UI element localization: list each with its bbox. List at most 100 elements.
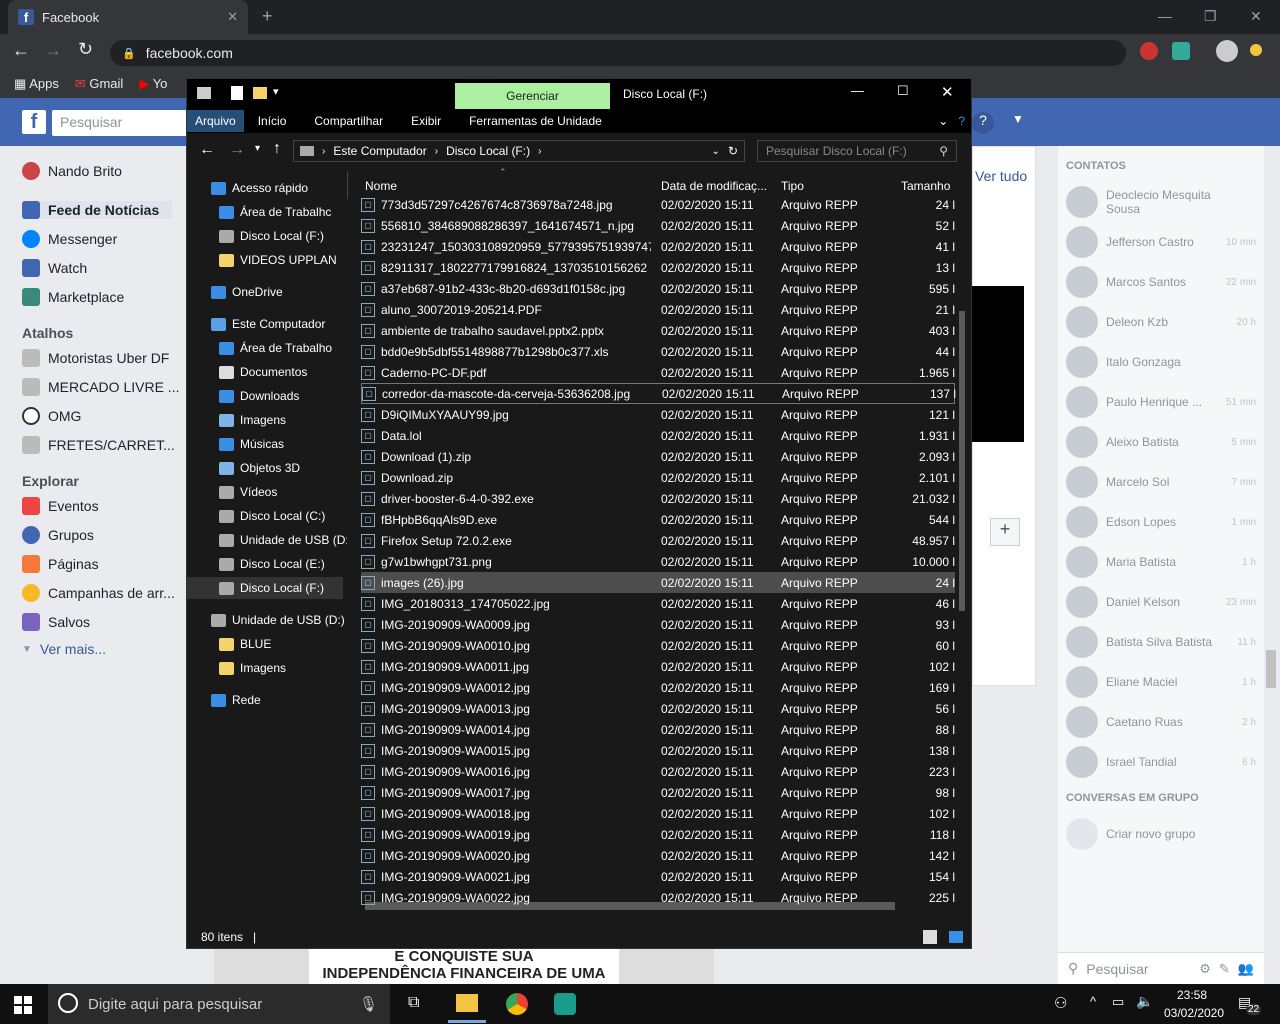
bookmark-gmail[interactable]: ✉ Gmail [75, 76, 123, 92]
update-indicator-icon[interactable] [1250, 44, 1262, 56]
breadcrumb-item[interactable]: Este Computador [333, 144, 426, 158]
file-row[interactable]: ▢ IMG-20190909-WA0014.jpg 02/02/2020 15:11… [361, 719, 955, 740]
shortcut-item[interactable]: MERCADO LIVRE ... [22, 378, 179, 396]
large-icons-view-icon[interactable] [949, 931, 963, 943]
minimize-icon[interactable]: — [851, 83, 864, 98]
chevron-up-icon[interactable]: ^ [1090, 994, 1096, 1009]
nav-item[interactable]: Unidade de USB (D:) [211, 609, 367, 631]
contact-item[interactable]: Italo Gonzaga [1066, 344, 1256, 380]
people-icon[interactable]: ⚇ [1054, 994, 1067, 1012]
microphone-icon[interactable]: 🎙 [359, 995, 378, 1013]
file-row[interactable]: ▢ driver-booster-6-4-0-392.exe 02/02/2020 … [361, 488, 955, 509]
file-row[interactable]: ▢ IMG-20190909-WA0022.jpg 02/02/2020 15:11… [361, 887, 955, 908]
contact-item[interactable]: Marcelo Sol 7 min [1066, 464, 1256, 500]
contact-item[interactable]: Daniel Kelson 23 min [1066, 584, 1256, 620]
taskbar-search-box[interactable]: Digite aqui para pesquisar 🎙 [48, 984, 390, 1024]
file-row[interactable]: ▢ ambiente de trabalho saudavel.pptx2.ppt… [361, 320, 955, 341]
vertical-scrollbar[interactable] [957, 211, 967, 911]
ribbon-tab-file[interactable]: Arquivo [187, 110, 244, 132]
contact-item[interactable]: Batista Silva Batista 11 h [1066, 624, 1256, 660]
file-row[interactable]: ▢ images (26).jpg 02/02/2020 15:11 Arquivo … [361, 572, 955, 593]
network-icon[interactable]: ▭ [1112, 994, 1124, 1010]
file-row[interactable]: ▢ g7w1bwhgpt731.png 02/02/2020 15:11 Arquiv… [361, 551, 955, 572]
back-icon[interactable]: ← [12, 40, 30, 61]
contact-item[interactable]: Deoclecio Mesquita Sousa [1066, 184, 1256, 220]
bookmark-apps[interactable]: ▦ Apps [14, 76, 59, 92]
ad-banner[interactable]: E CONQUISTE SUA INDEPENDÊNCIA FINANCEIRA… [214, 948, 714, 984]
file-row[interactable]: ▢ Caderno-PC-DF.pdf 02/02/2020 15:11 Arquiv… [361, 362, 955, 383]
explore-item[interactable]: Eventos [22, 497, 99, 515]
file-row[interactable]: ▢ Data.lol 02/02/2020 15:11 Arquivo REPP 1.9… [361, 425, 955, 446]
chat-search[interactable]: ⚲ Pesquisar ⚙ ✎ 👥 [1058, 952, 1264, 984]
scrollbar-thumb[interactable] [959, 311, 965, 611]
volume-icon[interactable]: 🔈 [1136, 993, 1153, 1010]
column-header-date[interactable]: Data de modificaç... [661, 179, 767, 193]
contact-item[interactable]: Maria Batista 1 h [1066, 544, 1256, 580]
compose-icon[interactable]: ✎ [1219, 961, 1230, 977]
file-row[interactable]: ▢ IMG-20190909-WA0010.jpg 02/02/2020 15:11… [361, 635, 955, 656]
explore-item[interactable]: Campanhas de arr... [22, 584, 175, 602]
contact-item[interactable]: Israel Tandial 6 h [1066, 744, 1256, 780]
nav-feed[interactable]: Feed de Notícias [22, 201, 172, 219]
forward-icon[interactable]: → [229, 141, 245, 159]
file-row[interactable]: ▢ IMG-20190909-WA0011.jpg 02/02/2020 15:11… [361, 656, 955, 677]
ribbon-tab-drive-tools[interactable]: Ferramentas de Unidade [455, 114, 616, 128]
nav-item[interactable]: Acesso rápido [211, 177, 367, 199]
contact-item[interactable]: Marcos Santos 22 min [1066, 264, 1256, 300]
up-icon[interactable]: ↑ [273, 140, 281, 158]
file-row[interactable]: ▢ 556810_384689088286397_1641674571_n.jpg… [361, 215, 955, 236]
nav-item[interactable]: OneDrive [211, 281, 367, 303]
file-row[interactable]: ▢ 773d3d57297c4267674c8736978a7248.jpg 02/… [361, 194, 955, 215]
file-row[interactable]: ▢ IMG-20190909-WA0019.jpg 02/02/2020 15:11… [361, 824, 955, 845]
see-all-link[interactable]: Ver tudo [975, 168, 1027, 184]
column-header-name[interactable]: Nome [365, 179, 397, 193]
close-tab-icon[interactable]: ✕ [227, 9, 238, 25]
extension-abp-icon[interactable] [1140, 42, 1158, 60]
file-row[interactable]: ▢ bdd0e9b5dbf5514898877b1298b0c377.xls 02/… [361, 341, 955, 362]
recent-dropdown-icon[interactable]: ▾ [255, 143, 260, 154]
page-scrollbar[interactable] [1266, 650, 1276, 688]
explore-item[interactable]: Grupos [22, 526, 94, 544]
file-row[interactable]: ▢ IMG_20180313_174705022.jpg 02/02/2020 15… [361, 593, 955, 614]
ribbon-expand-icon[interactable]: ⌄ [934, 114, 952, 128]
file-row[interactable]: ▢ Download (1).zip 02/02/2020 15:11 Arquivo… [361, 446, 955, 467]
file-row[interactable]: ▢ IMG-20190909-WA0017.jpg 02/02/2020 15:11… [361, 782, 955, 803]
minimize-window-icon[interactable]: — [1158, 8, 1172, 24]
explore-item[interactable]: Salvos [22, 613, 90, 631]
file-row[interactable]: ▢ Firefox Setup 72.0.2.exe 02/02/2020 15:1… [361, 530, 955, 551]
help-icon[interactable]: ? [972, 112, 994, 134]
close-window-icon[interactable]: ✕ [1250, 8, 1262, 25]
app-taskbar-icon[interactable] [554, 993, 576, 1015]
explore-item[interactable]: Páginas [22, 555, 99, 573]
see-more-link[interactable]: ▼ Ver mais... [22, 641, 106, 657]
restore-window-icon[interactable]: ❐ [1204, 8, 1217, 25]
file-row[interactable]: ▢ fBHpbB6qqAls9D.exe 02/02/2020 15:11 Arqui… [361, 509, 955, 530]
shortcut-item[interactable]: OMG [22, 407, 81, 425]
back-icon[interactable]: ← [199, 141, 215, 159]
file-row[interactable]: ▢ IMG-20190909-WA0020.jpg 02/02/2020 15:11… [361, 845, 955, 866]
profile-avatar[interactable] [1216, 40, 1238, 62]
maximize-icon[interactable]: ☐ [897, 83, 909, 99]
new-folder-icon[interactable] [253, 87, 267, 99]
ribbon-tab-view[interactable]: Exibir [397, 114, 455, 128]
windows-start-icon[interactable] [14, 996, 32, 1014]
file-row[interactable]: ▢ D9iQIMuXYAAUY99.jpg 02/02/2020 15:11 Arqu… [361, 404, 955, 425]
settings-gear-icon[interactable]: ⚙ [1199, 961, 1211, 977]
add-icon[interactable]: + [990, 518, 1020, 546]
ribbon-tab-share[interactable]: Compartilhar [300, 114, 397, 128]
file-row[interactable]: ▢ IMG-20190909-WA0009.jpg 02/02/2020 15:11… [361, 614, 955, 635]
shortcut-item[interactable]: FRETES/CARRET... [22, 436, 175, 454]
properties-icon[interactable] [231, 86, 243, 100]
file-row[interactable]: ▢ aluno_30072019-205214.PDF 02/02/2020 15:… [361, 299, 955, 320]
file-row[interactable]: ▢ corredor-da-mascote-da-cerveja-53636208… [361, 383, 956, 404]
file-row[interactable]: ▢ 23231247_150303108920959_57793957519397… [361, 236, 955, 257]
forward-icon[interactable]: → [44, 40, 62, 61]
nav-item[interactable]: Disco Local (F:) [187, 577, 343, 599]
new-tab-icon[interactable]: + [262, 6, 273, 27]
details-view-icon[interactable] [923, 930, 937, 944]
file-row[interactable]: ▢ a37eb687-91b2-433c-8b20-d693d1f0158c.jp… [361, 278, 955, 299]
explorer-search-input[interactable]: Pesquisar Disco Local (F:) ⚲ [757, 140, 957, 162]
bookmark-youtube[interactable]: ▶ Yo [139, 76, 167, 92]
contact-item[interactable]: Edson Lopes 1 min [1066, 504, 1256, 540]
contact-item[interactable]: Eliane Maciel 1 h [1066, 664, 1256, 700]
